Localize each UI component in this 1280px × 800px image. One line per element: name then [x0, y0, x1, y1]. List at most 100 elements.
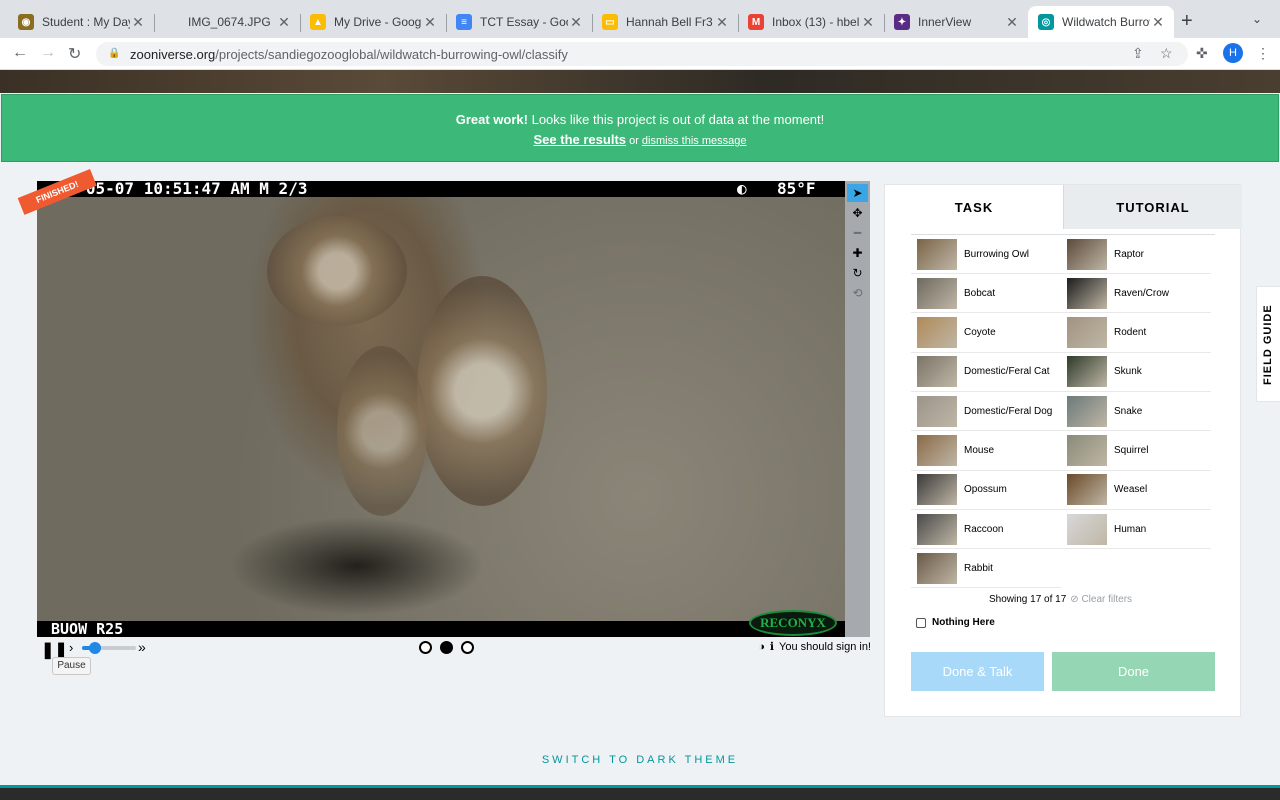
- species-label: Raven/Crow: [1114, 287, 1170, 299]
- nothing-here-option[interactable]: Nothing Here: [916, 617, 995, 628]
- species-option[interactable]: Human: [1061, 510, 1211, 550]
- species-thumbnail: [917, 513, 957, 545]
- subject-image-viewer[interactable]: 18-05-07 10:51:47 AM M 2/3 ◐ 85°F BUOW R…: [37, 181, 845, 637]
- pointer-tool-icon[interactable]: ➤: [847, 184, 868, 202]
- species-label: Squirrel: [1114, 445, 1149, 456]
- species-option[interactable]: Bobcat: [911, 274, 1061, 314]
- fast-forward-icon[interactable]: »: [138, 639, 146, 655]
- browser-tab[interactable]: M Inbox (13) - hbell ✕: [738, 6, 884, 38]
- species-option[interactable]: Rodent: [1061, 314, 1211, 353]
- tab-close-icon[interactable]: ✕: [1004, 14, 1020, 31]
- extensions-puzzle-icon[interactable]: ✜: [1196, 45, 1208, 62]
- species-option[interactable]: Skunk: [1061, 353, 1211, 392]
- browser-tab[interactable]: ◎ Wildwatch Burrow ✕: [1028, 6, 1174, 38]
- camera-id-bar: BUOW R25: [37, 621, 845, 637]
- tab-task[interactable]: TASK: [885, 185, 1063, 229]
- browser-menu-icon[interactable]: ⋮: [1256, 45, 1270, 62]
- url-host: zooniverse.org: [130, 46, 216, 62]
- browser-tab[interactable]: ▭ Hannah Bell Fr3 - ✕: [592, 6, 738, 38]
- species-label: Weasel: [1114, 484, 1148, 496]
- done-and-talk-button[interactable]: Done & Talk: [911, 652, 1044, 691]
- species-label: Human: [1114, 523, 1147, 535]
- species-thumbnail: [917, 277, 957, 309]
- tab-close-icon[interactable]: ✕: [714, 14, 730, 31]
- playback-controls: ❚❚ › » ◑ ℹ You should sign in!: [37, 638, 871, 659]
- zoom-in-icon[interactable]: ✚: [847, 244, 868, 262]
- switch-dark-theme-button[interactable]: SWITCH TO DARK THEME: [0, 754, 1280, 766]
- tab-close-icon[interactable]: ✕: [276, 14, 292, 31]
- species-option[interactable]: Domestic/Feral Dog: [911, 392, 1061, 432]
- rotate-icon[interactable]: ↻: [847, 264, 868, 282]
- browser-tab-bar: ◉ Student : My Day ✕ IMG_0674.JPG ✕ ▲ My Drive…: [0, 0, 1280, 38]
- species-option[interactable]: Squirrel: [1061, 432, 1211, 471]
- species-option[interactable]: Rabbit: [911, 549, 1061, 589]
- species-thumbnail: [917, 552, 957, 584]
- new-tab-icon[interactable]: +: [1181, 10, 1193, 33]
- reload-icon[interactable]: ↻: [68, 44, 81, 64]
- field-guide-label: FIELD GUIDE: [1262, 304, 1274, 385]
- tab-close-icon[interactable]: ✕: [130, 14, 146, 31]
- nothing-here-checkbox[interactable]: [916, 617, 926, 628]
- species-option[interactable]: Burrowing Owl: [911, 235, 1061, 274]
- info-icon[interactable]: ℹ: [770, 640, 774, 653]
- dismiss-message-link[interactable]: dismiss this message: [642, 135, 747, 147]
- speed-slider-knob[interactable]: [88, 642, 101, 654]
- move-tool-icon[interactable]: ✥: [847, 204, 868, 222]
- tab-search-chevron-icon[interactable]: ⌄: [1252, 12, 1262, 26]
- page-footer: [0, 785, 1280, 800]
- back-arrow-icon[interactable]: ←: [12, 44, 28, 62]
- tab-title: InnerView: [918, 15, 972, 29]
- species-thumbnail: [917, 435, 957, 466]
- banner-message: Looks like this project is out of data a…: [527, 112, 825, 127]
- species-option[interactable]: Raven/Crow: [1061, 274, 1211, 314]
- sign-in-notice[interactable]: You should sign in!: [779, 641, 871, 653]
- field-guide-tab[interactable]: FIELD GUIDE: [1256, 286, 1280, 402]
- camera-trap-photo: [37, 196, 845, 622]
- species-option[interactable]: Mouse: [911, 432, 1061, 471]
- tab-close-icon[interactable]: ✕: [422, 14, 438, 31]
- done-button[interactable]: Done: [1052, 652, 1215, 691]
- lock-icon: 🔒: [108, 48, 121, 59]
- species-thumbnail: [1067, 513, 1107, 545]
- species-option[interactable]: Raptor: [1061, 235, 1211, 274]
- species-thumbnail: [1067, 474, 1107, 506]
- browser-tab[interactable]: ≡ TCT Essay - Goog✕: [446, 6, 592, 38]
- species-option[interactable]: Opossum: [911, 471, 1061, 510]
- playback-speed-slider[interactable]: [82, 642, 136, 654]
- species-option[interactable]: Coyote: [911, 314, 1061, 353]
- browser-tab[interactable]: ✦ InnerView ✕: [884, 6, 1028, 38]
- bookmark-star-icon[interactable]: ☆: [1160, 45, 1173, 62]
- browser-tab[interactable]: IMG_0674.JPG ✕: [154, 6, 300, 38]
- species-option[interactable]: Snake: [1061, 392, 1211, 432]
- url-path: /projects/sandiegozooglobal/wildwatch-bu…: [215, 46, 568, 62]
- frame-selector: [419, 641, 474, 654]
- species-option[interactable]: Domestic/Feral Cat: [911, 353, 1061, 392]
- species-option[interactable]: Weasel: [1061, 471, 1211, 510]
- see-results-link[interactable]: See the results: [534, 132, 627, 147]
- zoom-out-icon[interactable]: ━: [847, 224, 868, 242]
- frame-dot[interactable]: [419, 641, 432, 654]
- species-label: Domestic/Feral Dog: [964, 405, 1053, 417]
- species-label: Rodent: [1114, 327, 1147, 339]
- frame-dot[interactable]: [461, 641, 474, 654]
- url-omnibox[interactable]: 🔒 zooniverse.org /projects/sandiegozoogl…: [96, 42, 1188, 66]
- clear-filters-button[interactable]: ⊘ Clear filters: [1070, 594, 1132, 605]
- tab-close-icon[interactable]: ✕: [860, 14, 876, 31]
- tab-title: Student : My Day: [42, 15, 130, 29]
- tab-close-icon[interactable]: ✕: [568, 14, 584, 31]
- clear-filters-label: Clear filters: [1081, 594, 1133, 605]
- share-icon[interactable]: ⇪: [1132, 45, 1144, 62]
- classification-panel: TASK TUTORIAL Burrowing Owl Raptor Bobcat R…: [884, 184, 1242, 717]
- forward-arrow-icon[interactable]: →: [40, 44, 56, 62]
- reset-view-icon[interactable]: ⟲: [847, 284, 868, 302]
- tab-close-icon[interactable]: ✕: [1150, 14, 1166, 31]
- tab-tutorial[interactable]: TUTORIAL: [1063, 185, 1242, 229]
- browser-tab[interactable]: ▲ My Drive - Google ✕: [300, 6, 446, 38]
- profile-avatar[interactable]: H: [1223, 43, 1243, 63]
- step-forward-icon[interactable]: ›: [69, 640, 73, 655]
- contrast-icon[interactable]: ◑: [758, 641, 765, 653]
- species-option[interactable]: Raccoon: [911, 510, 1061, 550]
- browser-tab[interactable]: ◉ Student : My Day ✕: [8, 6, 154, 38]
- frame-dot[interactable]: [440, 641, 453, 654]
- filter-status: Showing 17 of 17 ⊘ Clear filters: [989, 594, 1132, 605]
